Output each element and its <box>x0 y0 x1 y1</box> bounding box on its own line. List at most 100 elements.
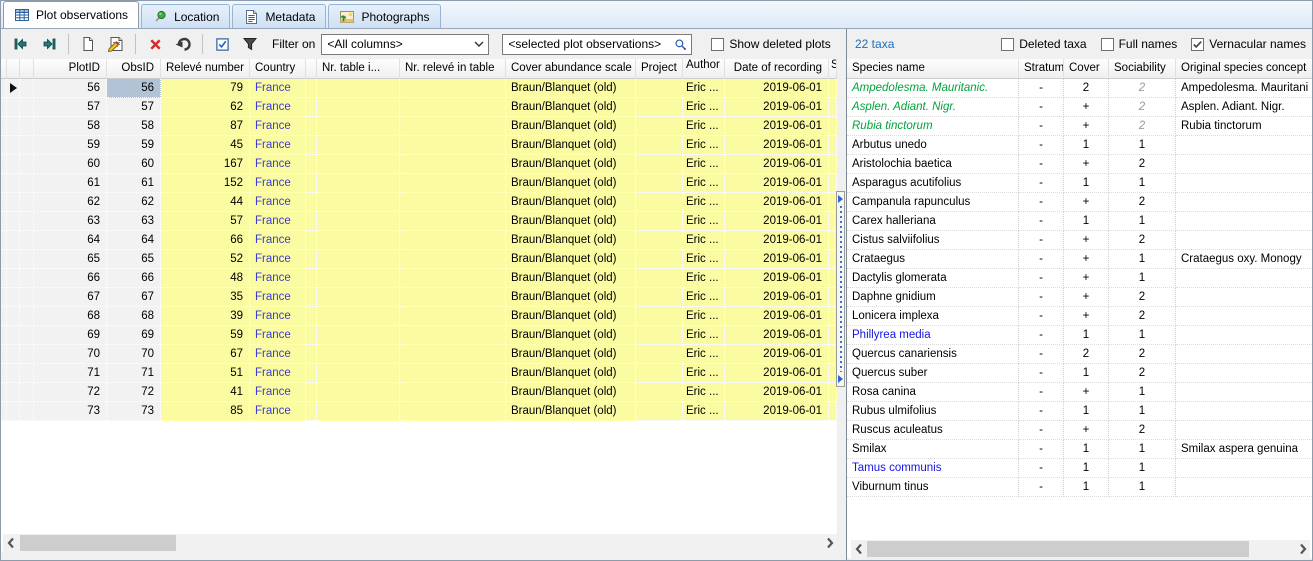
author-cell[interactable]: Eric ... <box>683 307 725 326</box>
stratum-cell[interactable]: - <box>1019 402 1064 421</box>
obsid-cell[interactable]: 58 <box>107 117 161 136</box>
species-row[interactable]: Daphne gnidium - + 2 <box>847 288 1313 307</box>
original-species-concept-cell[interactable]: Rubia tinctorum <box>1176 117 1313 136</box>
splitter-arrow-icon[interactable] <box>838 375 843 383</box>
author-cell[interactable]: Eric ... <box>683 193 725 212</box>
cover-cell[interactable]: 1 <box>1064 136 1109 155</box>
nr-releve-in-table-cell[interactable] <box>400 364 506 383</box>
obsid-cell[interactable]: 59 <box>107 136 161 155</box>
releve-number-cell[interactable]: 85 <box>161 402 250 421</box>
plotid-cell[interactable]: 67 <box>34 288 107 307</box>
date-cell[interactable]: 2019-06-01 <box>725 98 829 117</box>
original-species-concept-cell[interactable] <box>1176 326 1313 345</box>
releve-number-cell[interactable]: 62 <box>161 98 250 117</box>
date-cell[interactable]: 2019-06-01 <box>725 136 829 155</box>
date-cell[interactable]: 2019-06-01 <box>725 326 829 345</box>
cover-cell[interactable]: + <box>1064 288 1109 307</box>
species-name-cell[interactable]: Viburnum tinus <box>847 478 1019 497</box>
species-row[interactable]: Ampedolesma. Mauritanic. - 2 2 Ampedoles… <box>847 79 1313 98</box>
nr-releve-in-table-cell[interactable] <box>400 174 506 193</box>
plot-row[interactable]: 58 58 87 France Braun/Blanquet (old) Eri… <box>1 117 837 136</box>
country-cell[interactable]: France <box>250 117 306 136</box>
scrollbar-thumb[interactable] <box>20 535 176 551</box>
project-cell[interactable] <box>636 155 683 174</box>
cover-cell[interactable]: + <box>1064 193 1109 212</box>
plot-row[interactable]: 68 68 39 France Braun/Blanquet (old) Eri… <box>1 307 837 326</box>
nr-table-cell[interactable] <box>317 136 400 155</box>
project-cell[interactable] <box>636 117 683 136</box>
header-country[interactable]: Country <box>250 59 306 79</box>
original-species-concept-cell[interactable] <box>1176 421 1313 440</box>
plot-row[interactable]: 60 60 167 France Braun/Blanquet (old) Er… <box>1 155 837 174</box>
nr-table-cell[interactable] <box>317 212 400 231</box>
nr-table-cell[interactable] <box>317 307 400 326</box>
sociability-cell[interactable]: 1 <box>1109 459 1176 478</box>
original-species-concept-cell[interactable] <box>1176 155 1313 174</box>
plot-row[interactable]: 71 71 51 France Braun/Blanquet (old) Eri… <box>1 364 837 383</box>
species-row[interactable]: Crataegus - + 1 Crataegus oxy. Monogy <box>847 250 1313 269</box>
releve-number-cell[interactable]: 57 <box>161 212 250 231</box>
nr-releve-in-table-cell[interactable] <box>400 288 506 307</box>
sociability-cell[interactable]: 1 <box>1109 136 1176 155</box>
nr-table-cell[interactable] <box>317 269 400 288</box>
author-cell[interactable]: Eric ... <box>683 136 725 155</box>
sociability-cell[interactable]: 1 <box>1109 326 1176 345</box>
releve-number-cell[interactable]: 35 <box>161 288 250 307</box>
original-species-concept-cell[interactable]: Asplen. Adiant. Nigr. <box>1176 98 1313 117</box>
sociability-cell[interactable]: 2 <box>1109 421 1176 440</box>
original-species-concept-cell[interactable] <box>1176 174 1313 193</box>
plot-row[interactable]: 64 64 66 France Braun/Blanquet (old) Eri… <box>1 231 837 250</box>
vernacular-names-checkbox[interactable] <box>1191 38 1204 51</box>
species-name-cell[interactable]: Daphne gnidium <box>847 288 1019 307</box>
project-cell[interactable] <box>636 212 683 231</box>
cover-cell[interactable]: + <box>1064 307 1109 326</box>
nr-table-cell[interactable] <box>317 288 400 307</box>
date-cell[interactable]: 2019-06-01 <box>725 345 829 364</box>
species-name-cell[interactable]: Ampedolesma. Mauritanic. <box>847 79 1019 98</box>
releve-number-cell[interactable]: 152 <box>161 174 250 193</box>
plot-row[interactable]: 70 70 67 France Braun/Blanquet (old) Eri… <box>1 345 837 364</box>
sociability-cell[interactable]: 1 <box>1109 440 1176 459</box>
project-cell[interactable] <box>636 193 683 212</box>
original-species-concept-cell[interactable] <box>1176 288 1313 307</box>
nr-releve-in-table-cell[interactable] <box>400 307 506 326</box>
sociability-cell[interactable]: 1 <box>1109 269 1176 288</box>
plotid-cell[interactable]: 73 <box>34 402 107 421</box>
cover-scale-cell[interactable]: Braun/Blanquet (old) <box>506 307 636 326</box>
cover-scale-cell[interactable]: Braun/Blanquet (old) <box>506 345 636 364</box>
species-name-cell[interactable]: Arbutus unedo <box>847 136 1019 155</box>
country-cell[interactable]: France <box>250 307 306 326</box>
nr-releve-in-table-cell[interactable] <box>400 117 506 136</box>
date-cell[interactable]: 2019-06-01 <box>725 193 829 212</box>
original-species-concept-cell[interactable] <box>1176 307 1313 326</box>
obsid-cell[interactable]: 61 <box>107 174 161 193</box>
releve-number-cell[interactable]: 66 <box>161 231 250 250</box>
species-row[interactable]: Aristolochia baetica - + 2 <box>847 155 1313 174</box>
obsid-cell[interactable]: 72 <box>107 383 161 402</box>
species-row[interactable]: Asplen. Adiant. Nigr. - + 2 Asplen. Adia… <box>847 98 1313 117</box>
cover-cell[interactable]: 2 <box>1064 345 1109 364</box>
stratum-cell[interactable]: - <box>1019 383 1064 402</box>
author-cell[interactable]: Eric ... <box>683 98 725 117</box>
species-name-cell[interactable]: Rubus ulmifolius <box>847 402 1019 421</box>
plotid-cell[interactable]: 66 <box>34 269 107 288</box>
header-releve-number[interactable]: Relevé number <box>161 59 250 79</box>
country-cell[interactable]: France <box>250 212 306 231</box>
species-name-cell[interactable]: Asparagus acutifolius <box>847 174 1019 193</box>
header-cover[interactable]: Cover <box>1064 59 1109 79</box>
cover-scale-cell[interactable]: Braun/Blanquet (old) <box>506 193 636 212</box>
species-row[interactable]: Quercus suber - 1 2 <box>847 364 1313 383</box>
header-author[interactable]: Author <box>683 59 725 79</box>
stratum-cell[interactable]: - <box>1019 269 1064 288</box>
date-cell[interactable]: 2019-06-01 <box>725 383 829 402</box>
header-stratum[interactable]: Stratum <box>1019 59 1064 79</box>
sociability-cell[interactable]: 2 <box>1109 288 1176 307</box>
stratum-cell[interactable]: - <box>1019 326 1064 345</box>
nr-table-cell[interactable] <box>317 345 400 364</box>
species-name-cell[interactable]: Quercus suber <box>847 364 1019 383</box>
country-cell[interactable]: France <box>250 79 306 98</box>
species-name-cell[interactable]: Aristolochia baetica <box>847 155 1019 174</box>
stratum-cell[interactable]: - <box>1019 231 1064 250</box>
stratum-cell[interactable]: - <box>1019 174 1064 193</box>
header-sociability[interactable]: Sociability <box>1109 59 1176 79</box>
